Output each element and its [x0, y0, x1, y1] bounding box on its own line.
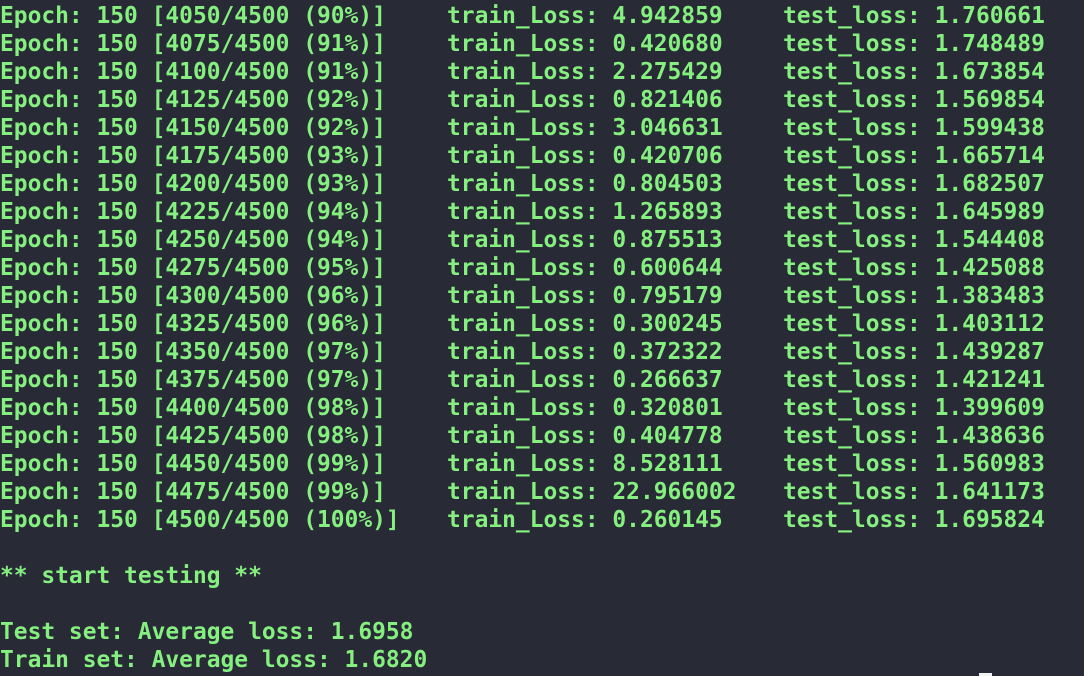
- test-loss: test_loss: 1.403112: [783, 311, 1045, 337]
- log-line: Epoch: 150 [4150/4500 (92%)] train_Loss: …: [0, 114, 1084, 142]
- train-loss: train_Loss: 0.260145: [447, 507, 723, 533]
- test-loss: test_loss: 1.641173: [783, 479, 1045, 505]
- train-loss: train_Loss: 4.942859: [447, 3, 723, 29]
- test-set-summary: Test set: Average loss: 1.6958: [0, 619, 414, 645]
- train-loss: train_Loss: 1.265893: [447, 199, 723, 225]
- test-loss: test_loss: 1.645989: [783, 199, 1045, 225]
- train-loss: train_Loss: 0.266637: [447, 367, 723, 393]
- train-loss: train_Loss: 0.300245: [447, 311, 723, 337]
- log-line: Epoch: 150 [4450/4500 (99%)] train_Loss: …: [0, 450, 1084, 478]
- train-loss: train_Loss: 0.875513: [447, 227, 723, 253]
- test-loss: test_loss: 1.425088: [783, 255, 1045, 281]
- epoch-progress: Epoch: 150 [4375/4500 (97%)]: [0, 367, 386, 393]
- test-loss: test_loss: 1.560983: [783, 451, 1045, 477]
- terminal-output: Epoch: 150 [4050/4500 (90%)] train_Loss: …: [0, 2, 1084, 674]
- training-log: Epoch: 150 [4050/4500 (90%)] train_Loss: …: [0, 2, 1084, 534]
- test-loss: test_loss: 1.544408: [783, 227, 1045, 253]
- epoch-progress: Epoch: 150 [4125/4500 (92%)]: [0, 87, 386, 113]
- start-testing-message: ** start testing **: [0, 563, 262, 589]
- epoch-progress: Epoch: 150 [4275/4500 (95%)]: [0, 255, 386, 281]
- test-loss: test_loss: 1.682507: [783, 171, 1045, 197]
- test-loss: test_loss: 1.439287: [783, 339, 1045, 365]
- train-loss: train_Loss: 22.966002: [447, 479, 737, 505]
- epoch-progress: Epoch: 150 [4100/4500 (91%)]: [0, 59, 386, 85]
- test-loss: test_loss: 1.438636: [783, 423, 1045, 449]
- log-line: Epoch: 150 [4425/4500 (98%)] train_Loss: …: [0, 422, 1084, 450]
- train-loss: train_Loss: 2.275429: [447, 59, 723, 85]
- epoch-progress: Epoch: 150 [4300/4500 (96%)]: [0, 283, 386, 309]
- log-line: Epoch: 150 [4175/4500 (93%)] train_Loss: …: [0, 142, 1084, 170]
- log-line: Epoch: 150 [4350/4500 (97%)] train_Loss: …: [0, 338, 1084, 366]
- terminal-window[interactable]: Epoch: 150 [4050/4500 (90%)] train_Loss: …: [0, 0, 1084, 676]
- epoch-progress: Epoch: 150 [4450/4500 (99%)]: [0, 451, 386, 477]
- train-loss: train_Loss: 0.420706: [447, 143, 723, 169]
- train-loss: train_Loss: 0.404778: [447, 423, 723, 449]
- train-loss: train_Loss: 3.046631: [447, 115, 723, 141]
- epoch-progress: Epoch: 150 [4075/4500 (91%)]: [0, 31, 386, 57]
- epoch-progress: Epoch: 150 [4175/4500 (93%)]: [0, 143, 386, 169]
- log-line: Epoch: 150 [4325/4500 (96%)] train_Loss: …: [0, 310, 1084, 338]
- train-loss: train_Loss: 0.821406: [447, 87, 723, 113]
- train-loss: train_Loss: 0.795179: [447, 283, 723, 309]
- log-line: Epoch: 150 [4050/4500 (90%)] train_Loss: …: [0, 2, 1084, 30]
- train-set-summary: Train set: Average loss: 1.6820: [0, 647, 428, 673]
- test-loss: test_loss: 1.569854: [783, 87, 1045, 113]
- log-line: Epoch: 150 [4400/4500 (98%)] train_Loss: …: [0, 394, 1084, 422]
- test-loss: test_loss: 1.383483: [783, 283, 1045, 309]
- epoch-progress: Epoch: 150 [4475/4500 (99%)]: [0, 479, 386, 505]
- test-loss: test_loss: 1.760661: [783, 3, 1045, 29]
- test-loss: test_loss: 1.421241: [783, 367, 1045, 393]
- log-line: Epoch: 150 [4275/4500 (95%)] train_Loss: …: [0, 254, 1084, 282]
- log-line: Epoch: 150 [4125/4500 (92%)] train_Loss: …: [0, 86, 1084, 114]
- epoch-progress: Epoch: 150 [4400/4500 (98%)]: [0, 395, 386, 421]
- epoch-progress: Epoch: 150 [4200/4500 (93%)]: [0, 171, 386, 197]
- log-line: Epoch: 150 [4225/4500 (94%)] train_Loss: …: [0, 198, 1084, 226]
- log-line: Epoch: 150 [4475/4500 (99%)] train_Loss: …: [0, 478, 1084, 506]
- test-loss: test_loss: 1.695824: [783, 507, 1045, 533]
- epoch-progress: Epoch: 150 [4250/4500 (94%)]: [0, 227, 386, 253]
- epoch-progress: Epoch: 150 [4500/4500 (100%)]: [0, 507, 400, 533]
- train-loss: train_Loss: 0.320801: [447, 395, 723, 421]
- epoch-progress: Epoch: 150 [4325/4500 (96%)]: [0, 311, 386, 337]
- train-loss: train_Loss: 0.804503: [447, 171, 723, 197]
- epoch-progress: Epoch: 150 [4425/4500 (98%)]: [0, 423, 386, 449]
- train-loss: train_Loss: 0.372322: [447, 339, 723, 365]
- train-loss: train_Loss: 0.420680: [447, 31, 723, 57]
- train-loss: train_Loss: 8.528111: [447, 451, 723, 477]
- test-loss: test_loss: 1.599438: [783, 115, 1045, 141]
- epoch-progress: Epoch: 150 [4350/4500 (97%)]: [0, 339, 386, 365]
- log-line: Epoch: 150 [4200/4500 (93%)] train_Loss: …: [0, 170, 1084, 198]
- log-line: Epoch: 150 [4250/4500 (94%)] train_Loss: …: [0, 226, 1084, 254]
- log-line: Epoch: 150 [4500/4500 (100%)] train_Loss:…: [0, 506, 1084, 534]
- test-loss: test_loss: 1.399609: [783, 395, 1045, 421]
- log-line: Epoch: 150 [4075/4500 (91%)] train_Loss: …: [0, 30, 1084, 58]
- epoch-progress: Epoch: 150 [4225/4500 (94%)]: [0, 199, 386, 225]
- test-loss: test_loss: 1.665714: [783, 143, 1045, 169]
- test-loss: test_loss: 1.673854: [783, 59, 1045, 85]
- log-line: Epoch: 150 [4300/4500 (96%)] train_Loss: …: [0, 282, 1084, 310]
- epoch-progress: Epoch: 150 [4150/4500 (92%)]: [0, 115, 386, 141]
- epoch-progress: Epoch: 150 [4050/4500 (90%)]: [0, 3, 386, 29]
- train-loss: train_Loss: 0.600644: [447, 255, 723, 281]
- test-loss: test_loss: 1.748489: [783, 31, 1045, 57]
- log-line: Epoch: 150 [4100/4500 (91%)] train_Loss: …: [0, 58, 1084, 86]
- log-line: Epoch: 150 [4375/4500 (97%)] train_Loss: …: [0, 366, 1084, 394]
